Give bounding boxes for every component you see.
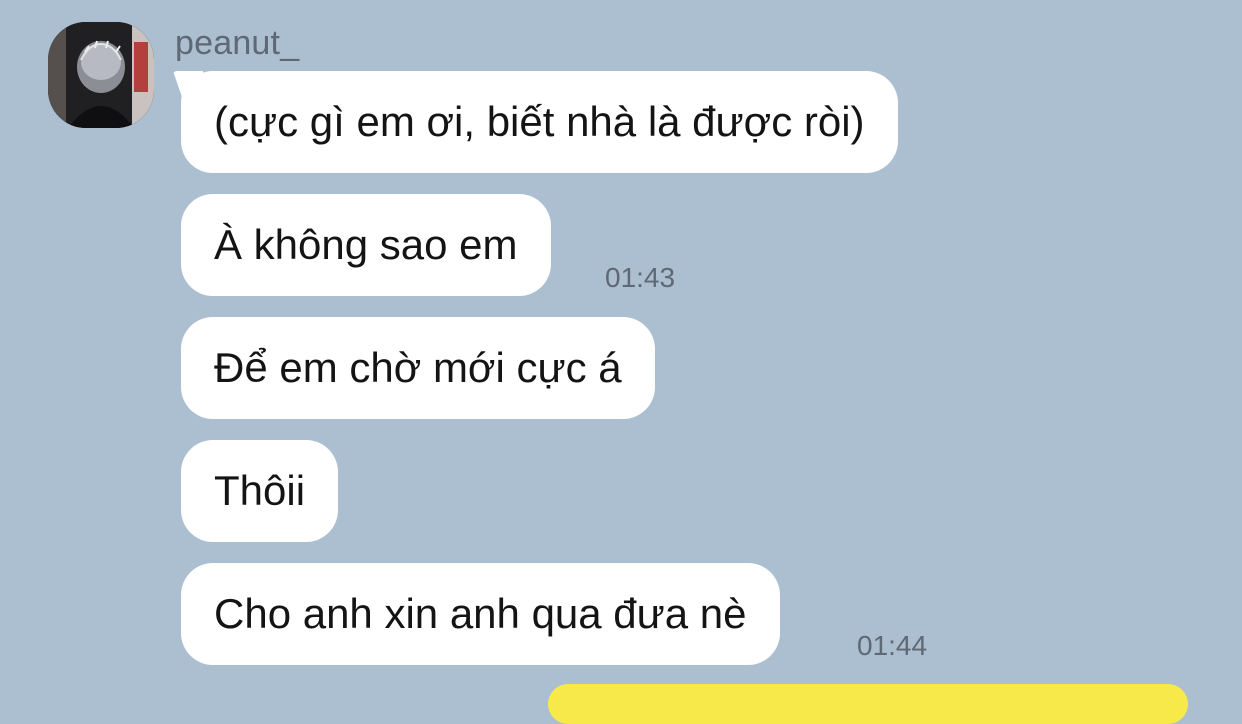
- message-timestamp: 01:43: [605, 262, 676, 293]
- avatar[interactable]: [48, 22, 154, 128]
- message-bubble[interactable]: (cực gì em ơi, biết nhà là được ròi): [181, 71, 898, 173]
- message-bubble[interactable]: Cho anh xin anh qua đưa nè: [181, 563, 780, 665]
- outgoing-message-bubble[interactable]: [548, 684, 1188, 724]
- message-bubble[interactable]: Thôii: [181, 440, 339, 542]
- avatar-photo-icon: [48, 22, 154, 128]
- message-bubble[interactable]: À không sao em: [181, 194, 551, 296]
- message-bubble[interactable]: Để em chờ mới cực á: [181, 317, 655, 419]
- message-text: Cho anh xin anh qua đưa nè: [214, 590, 747, 637]
- message-text: Để em chờ mới cực á: [214, 344, 622, 391]
- message-text: Thôii: [214, 467, 306, 514]
- message-timestamp: 01:44: [857, 630, 928, 661]
- sender-name: peanut_: [175, 24, 300, 62]
- message-text: À không sao em: [214, 221, 518, 268]
- message-text: (cực gì em ơi, biết nhà là được ròi): [214, 98, 865, 145]
